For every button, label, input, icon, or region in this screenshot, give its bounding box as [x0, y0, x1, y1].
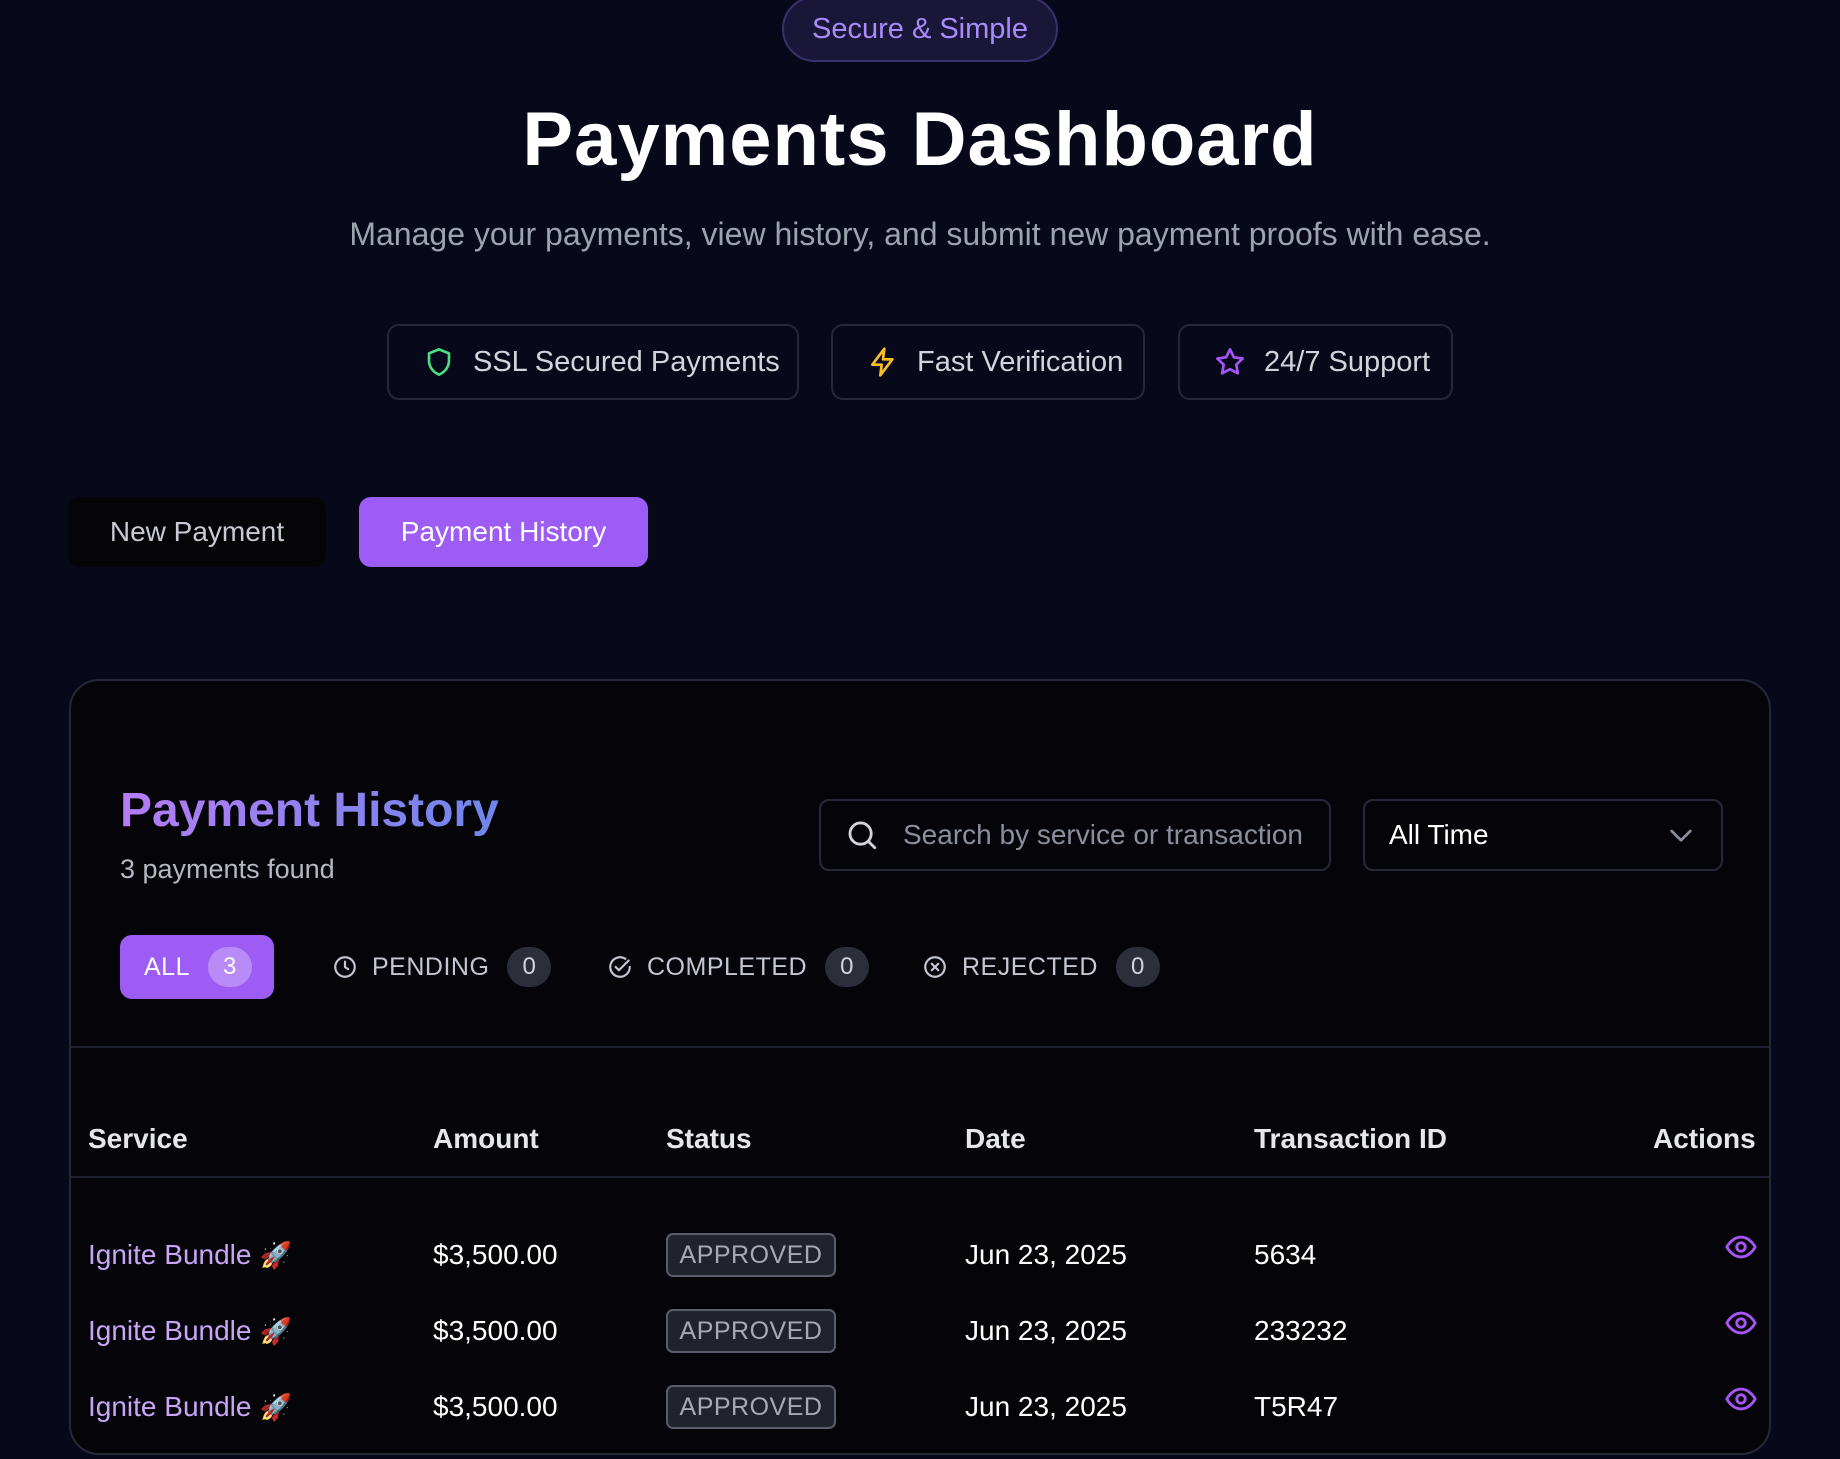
filter-completed[interactable]: COMPLETED 0	[583, 935, 875, 999]
x-circle-icon	[924, 956, 946, 978]
feature-fast-verification: Fast Verification	[831, 324, 1145, 400]
status-badge: APPROVED	[666, 1233, 836, 1277]
service-link[interactable]: Ignite Bundle 🚀	[88, 1293, 292, 1369]
feature-ssl-label: SSL Secured Payments	[473, 345, 780, 378]
filter-completed-label: COMPLETED	[647, 952, 808, 981]
feature-fast-verification-label: Fast Verification	[917, 345, 1124, 378]
service-name: Ignite Bundle	[88, 1315, 252, 1346]
service-name: Ignite Bundle	[88, 1391, 252, 1422]
payments-count: 3 payments found	[120, 854, 335, 884]
secure-simple-badge: Secure & Simple	[782, 0, 1058, 62]
filter-pending-count: 0	[507, 947, 552, 987]
feature-ssl: SSL Secured Payments	[387, 324, 799, 400]
transaction-id-cell: T5R47	[1254, 1391, 1339, 1422]
search-box	[819, 799, 1331, 871]
period-select-value: All Time	[1389, 819, 1489, 850]
transaction-id-cell: 5634	[1254, 1239, 1317, 1270]
date-cell: Jun 23, 2025	[965, 1315, 1127, 1346]
view-payment-button[interactable]	[1724, 1209, 1758, 1285]
status-badge: APPROVED	[666, 1309, 836, 1353]
star-icon	[1216, 348, 1244, 375]
eye-icon	[1725, 1235, 1757, 1259]
tab-new-payment[interactable]: New Payment	[68, 497, 326, 567]
section-divider	[71, 1046, 1769, 1048]
search-input[interactable]	[903, 819, 1323, 851]
date-cell: Jun 23, 2025	[965, 1391, 1127, 1422]
amount-cell: $3,500.00	[433, 1315, 558, 1346]
filter-pending[interactable]: PENDING 0	[308, 935, 552, 999]
table-row: Ignite Bundle 🚀 $3,500.00 APPROVED Jun 2…	[71, 1369, 1769, 1445]
tab-payment-history[interactable]: Payment History	[359, 497, 648, 567]
service-name: Ignite Bundle	[88, 1239, 252, 1270]
table-header-divider	[71, 1176, 1769, 1178]
check-circle-icon	[609, 956, 631, 978]
filter-pending-label: PENDING	[372, 952, 490, 981]
filter-rejected-label: REJECTED	[962, 952, 1098, 981]
column-header-actions: Actions	[1653, 1123, 1756, 1154]
service-link[interactable]: Ignite Bundle 🚀	[88, 1217, 292, 1293]
eye-icon	[1725, 1311, 1757, 1335]
filter-completed-count: 0	[825, 947, 870, 987]
clock-icon	[334, 956, 356, 978]
period-select[interactable]: All Time	[1363, 799, 1723, 871]
history-title: Payment History	[120, 784, 499, 837]
status-cell: APPROVED	[666, 1293, 836, 1369]
transaction-id-cell: 233232	[1254, 1315, 1348, 1346]
eye-icon	[1725, 1387, 1757, 1411]
status-cell: APPROVED	[666, 1217, 836, 1293]
amount-cell: $3,500.00	[433, 1239, 558, 1270]
filter-all-label: ALL	[144, 952, 190, 981]
column-header-status: Status	[666, 1123, 752, 1154]
shield-icon	[427, 348, 451, 376]
rocket-icon: 🚀	[259, 1239, 292, 1270]
rocket-icon: 🚀	[259, 1391, 292, 1422]
service-link[interactable]: Ignite Bundle 🚀	[88, 1369, 292, 1445]
column-header-service: Service	[88, 1123, 188, 1154]
column-header-date: Date	[965, 1123, 1026, 1154]
amount-cell: $3,500.00	[433, 1391, 558, 1422]
status-cell: APPROVED	[666, 1369, 836, 1445]
status-badge: APPROVED	[666, 1385, 836, 1429]
search-icon	[848, 821, 877, 850]
column-header-amount: Amount	[433, 1123, 539, 1154]
view-payment-button[interactable]	[1724, 1285, 1758, 1361]
filter-all-count: 3	[207, 947, 252, 987]
payments-dashboard-page: Secure & Simple Payments Dashboard Manag…	[0, 0, 1840, 1459]
rocket-icon: 🚀	[259, 1315, 292, 1346]
chevron-down-icon	[1670, 829, 1692, 842]
table-row: Ignite Bundle 🚀 $3,500.00 APPROVED Jun 2…	[71, 1217, 1769, 1293]
view-payment-button[interactable]	[1724, 1361, 1758, 1437]
page-title: Payments Dashboard	[522, 97, 1318, 182]
filter-all[interactable]: ALL 3	[120, 935, 274, 999]
feature-support-label: 24/7 Support	[1264, 345, 1431, 378]
payment-history-card: Payment History 3 payments found All Tim…	[69, 679, 1771, 1455]
filter-rejected-count: 0	[1115, 947, 1160, 987]
page-subtitle: Manage your payments, view history, and …	[349, 216, 1491, 252]
table-row: Ignite Bundle 🚀 $3,500.00 APPROVED Jun 2…	[71, 1293, 1769, 1369]
column-header-transaction-id: Transaction ID	[1254, 1123, 1447, 1154]
feature-support: 24/7 Support	[1178, 324, 1453, 400]
filter-rejected[interactable]: REJECTED 0	[898, 935, 1168, 999]
lightning-icon	[871, 347, 894, 377]
date-cell: Jun 23, 2025	[965, 1239, 1127, 1270]
